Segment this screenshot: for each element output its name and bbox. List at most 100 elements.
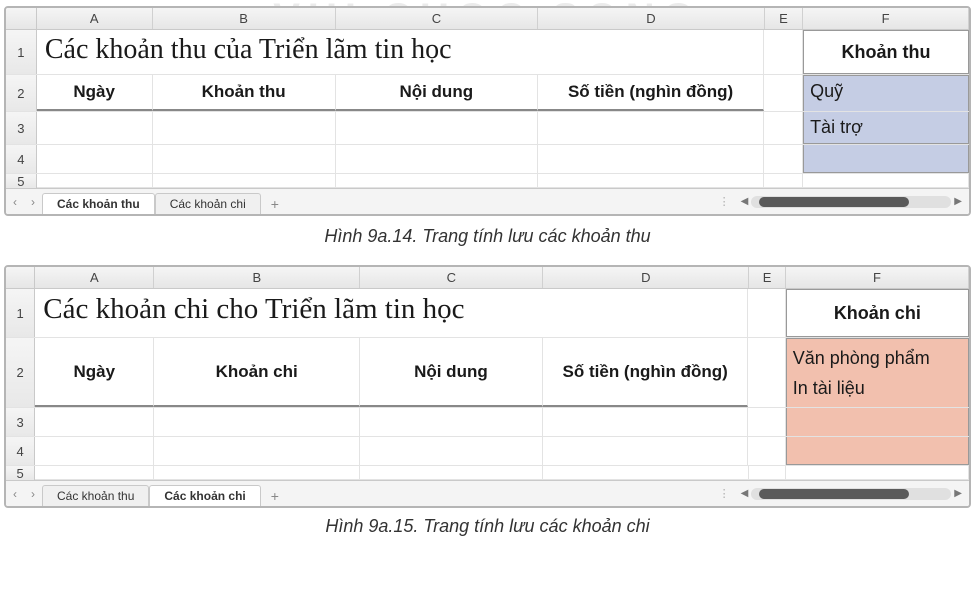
title-cell[interactable]: Các khoản thu của Triển lãm tin học [37, 30, 764, 74]
tab-nav-next-icon[interactable]: › [24, 487, 42, 501]
cell-D4[interactable] [538, 145, 764, 173]
cell-B3[interactable] [153, 112, 336, 144]
row-header-1[interactable]: 1 [6, 30, 37, 74]
cell-B4[interactable] [153, 145, 336, 173]
cell-C5[interactable] [360, 466, 543, 479]
row-header-3[interactable]: 3 [6, 408, 35, 436]
scroll-track[interactable] [751, 488, 951, 500]
col-header-B[interactable]: B [153, 8, 336, 29]
cell-E2[interactable] [748, 338, 785, 407]
cell-E5[interactable] [749, 466, 786, 479]
cell-C4[interactable] [336, 145, 538, 173]
cell-F2-category-item[interactable]: Văn phòng phẩm In tài liệu [786, 338, 969, 407]
row-header-2[interactable]: 2 [6, 75, 37, 111]
cell-F1-category-header[interactable]: Khoản thu [803, 30, 969, 74]
cell-F5[interactable] [786, 466, 969, 479]
tab-nav-prev-icon[interactable]: ‹ [6, 195, 24, 209]
cell-C2-header-noidung[interactable]: Nội dung [360, 338, 543, 407]
cell-A5[interactable] [37, 174, 153, 187]
cell-A2-header-ngay[interactable]: Ngày [37, 75, 153, 111]
cell-D4[interactable] [543, 437, 749, 465]
col-header-C[interactable]: C [336, 8, 538, 29]
col-header-D[interactable]: D [538, 8, 765, 29]
horizontal-scrollbar[interactable]: ⋮ ◀ ▶ [289, 195, 969, 208]
cell-E2[interactable] [764, 75, 803, 111]
cell-C4[interactable] [360, 437, 543, 465]
row-header-4[interactable]: 4 [6, 437, 35, 465]
cell-D2-header-sotien[interactable]: Số tiền (nghìn đồng) [543, 338, 749, 407]
cell-E1[interactable] [764, 30, 803, 74]
horizontal-scrollbar[interactable]: ⋮ ◀ ▶ [289, 487, 969, 500]
tab-nav-prev-icon[interactable]: ‹ [6, 487, 24, 501]
row-header-5[interactable]: 5 [6, 174, 37, 188]
select-all-corner[interactable] [6, 267, 35, 288]
cell-C5[interactable] [336, 174, 538, 187]
scroll-right-icon[interactable]: ▶ [954, 196, 962, 207]
col-header-F[interactable]: F [786, 267, 969, 288]
cell-F3-category-blank[interactable] [786, 408, 969, 436]
cell-A5[interactable] [35, 466, 154, 479]
scroll-right-icon[interactable]: ▶ [954, 488, 962, 499]
cell-F3-category-item[interactable]: Tài trợ [803, 112, 969, 144]
cell-A3[interactable] [35, 408, 154, 436]
cell-B5[interactable] [154, 466, 360, 479]
sheet-tab-chi[interactable]: Các khoản chi [149, 485, 260, 507]
cell-B4[interactable] [154, 437, 360, 465]
cell-D5[interactable] [543, 466, 749, 479]
col-header-B[interactable]: B [154, 267, 360, 288]
col-header-F[interactable]: F [803, 8, 969, 29]
sheet-tab-add-icon[interactable]: + [261, 196, 289, 212]
row-header-1[interactable]: 1 [6, 289, 35, 337]
cell-E3[interactable] [764, 112, 803, 144]
cell-C3[interactable] [336, 112, 538, 144]
cell-E3[interactable] [748, 408, 785, 436]
scroll-thumb[interactable] [759, 489, 909, 499]
sheet-tab-thu[interactable]: Các khoản thu [42, 193, 155, 215]
row-header-5[interactable]: 5 [6, 466, 35, 480]
drag-handle-icon[interactable]: ⋮ [719, 195, 732, 208]
cell-E1[interactable] [748, 289, 785, 337]
cell-E4[interactable] [764, 145, 803, 173]
cell-A4[interactable] [37, 145, 153, 173]
sheet-tab-chi[interactable]: Các khoản chi [155, 193, 261, 214]
col-header-A[interactable]: A [37, 8, 153, 29]
col-header-E[interactable]: E [749, 267, 786, 288]
cell-B5[interactable] [153, 174, 336, 187]
cell-C3[interactable] [360, 408, 543, 436]
cell-F4-category-blank[interactable] [786, 437, 969, 465]
scroll-left-icon[interactable]: ◀ [741, 196, 749, 207]
cell-D5[interactable] [538, 174, 764, 187]
tab-nav-next-icon[interactable]: › [24, 195, 42, 209]
cell-B2-header-khoanchi[interactable]: Khoản chi [154, 338, 360, 407]
cell-C2-header-noidung[interactable]: Nội dung [336, 75, 538, 111]
col-header-E[interactable]: E [765, 8, 804, 29]
row-header-2[interactable]: 2 [6, 338, 35, 407]
col-header-D[interactable]: D [543, 267, 749, 288]
select-all-corner[interactable] [6, 8, 37, 29]
sheet-tab-thu[interactable]: Các khoản thu [42, 485, 149, 506]
cell-E4[interactable] [748, 437, 785, 465]
row-header-4[interactable]: 4 [6, 145, 37, 173]
cell-B2-header-khoanthu[interactable]: Khoản thu [153, 75, 336, 111]
cell-D2-header-sotien[interactable]: Số tiền (nghìn đồng) [538, 75, 764, 111]
title-cell[interactable]: Các khoản chi cho Triển lãm tin học [35, 289, 748, 337]
cell-F5[interactable] [803, 174, 969, 187]
cell-F2-category-item[interactable]: Quỹ [803, 75, 969, 111]
cell-F4-category-blank[interactable] [803, 145, 969, 173]
drag-handle-icon[interactable]: ⋮ [719, 487, 732, 500]
cell-A4[interactable] [35, 437, 154, 465]
sheet-tab-add-icon[interactable]: + [261, 488, 289, 504]
cell-D3[interactable] [543, 408, 749, 436]
row-header-3[interactable]: 3 [6, 112, 37, 144]
col-header-A[interactable]: A [35, 267, 154, 288]
cell-A3[interactable] [37, 112, 153, 144]
cell-F1-category-header[interactable]: Khoản chi [786, 289, 969, 337]
scroll-thumb[interactable] [759, 197, 909, 207]
scroll-track[interactable] [751, 196, 951, 208]
col-header-C[interactable]: C [360, 267, 543, 288]
scroll-left-icon[interactable]: ◀ [741, 488, 749, 499]
cell-B3[interactable] [154, 408, 360, 436]
cell-A2-header-ngay[interactable]: Ngày [35, 338, 154, 407]
cell-E5[interactable] [764, 174, 803, 187]
cell-D3[interactable] [538, 112, 764, 144]
